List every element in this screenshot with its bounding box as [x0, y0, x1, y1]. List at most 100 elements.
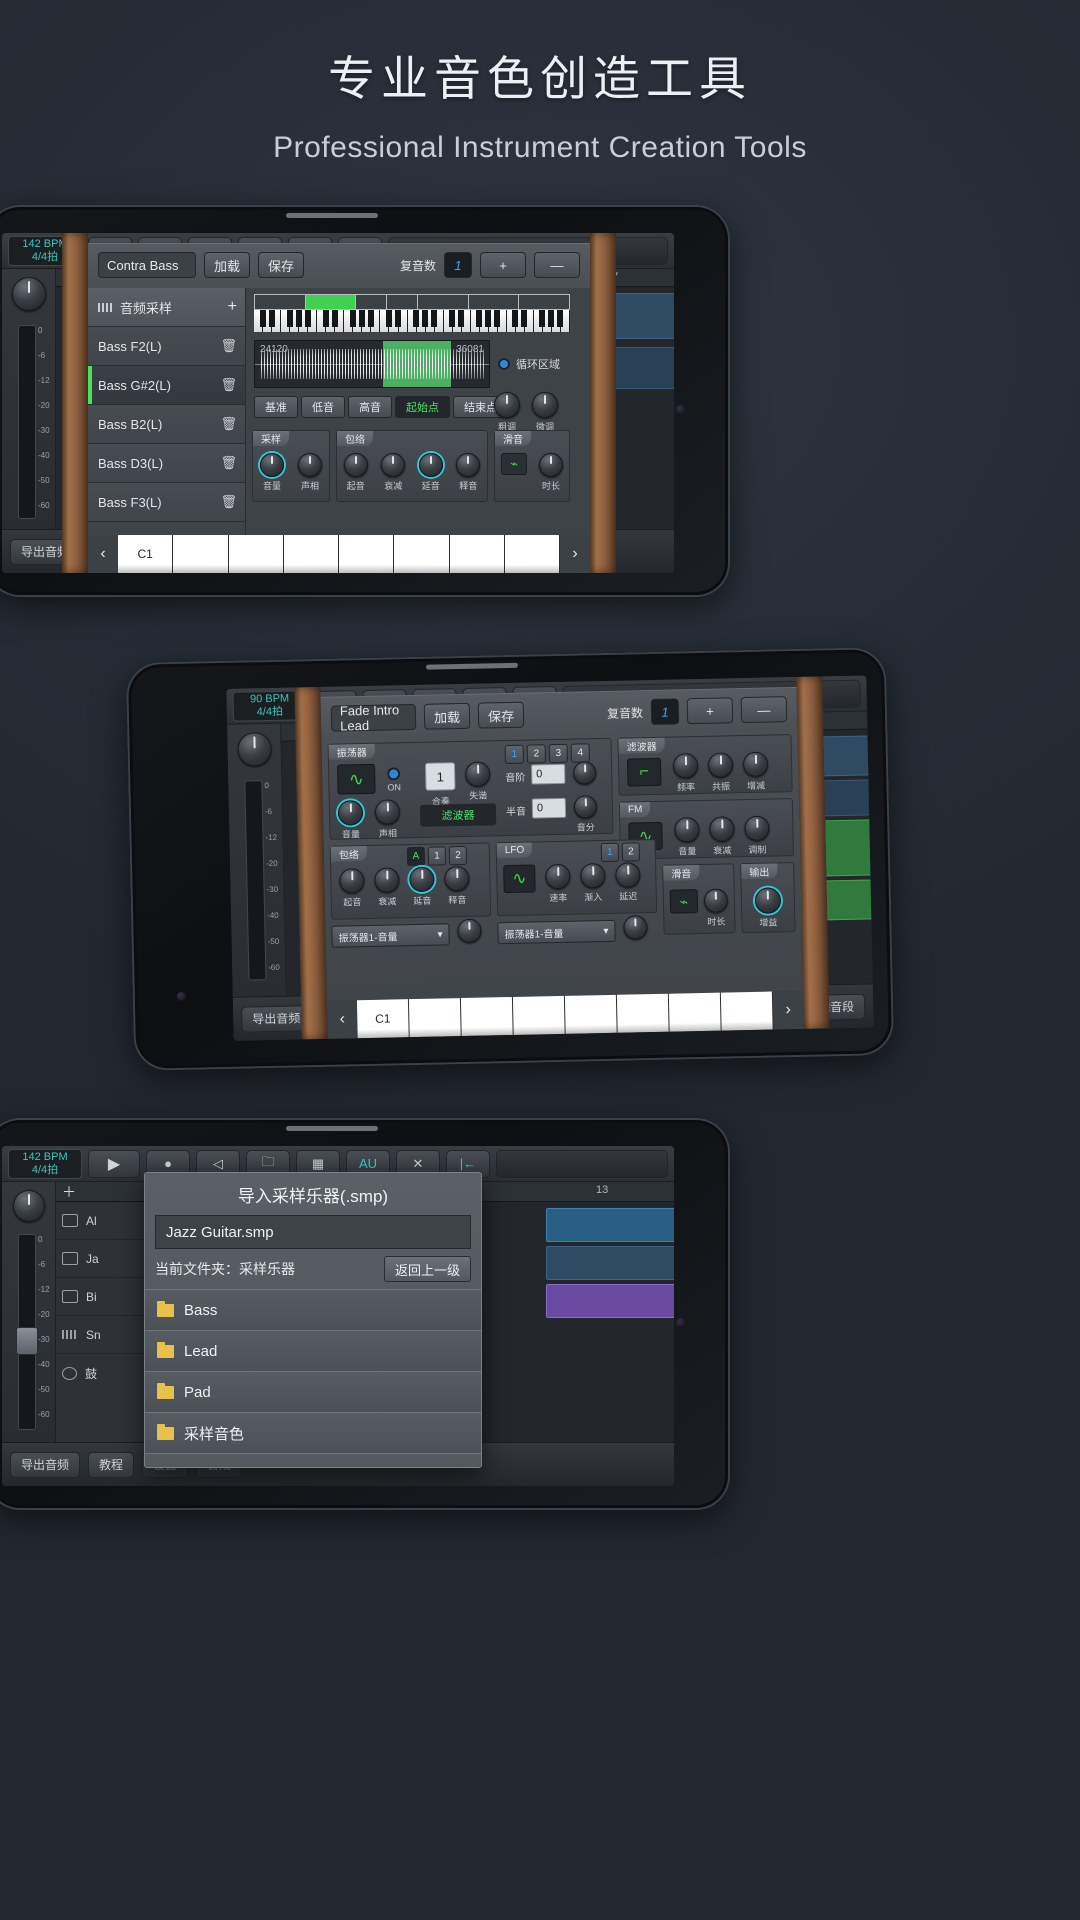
list-item[interactable]: Bass	[145, 1289, 481, 1330]
p2-keyboard-prev[interactable]: ‹	[327, 1000, 358, 1039]
p3-tool-rest[interactable]	[496, 1150, 668, 1178]
p1-key-6[interactable]	[394, 535, 448, 573]
list-item[interactable]: 12 String Guitar.smp	[145, 1453, 481, 1468]
p3-master-fader[interactable]	[18, 1234, 36, 1430]
p2-lfo-rate-knob[interactable]	[545, 864, 571, 890]
p1-key-4[interactable]	[284, 535, 338, 573]
p2-env-tab-a[interactable]: A	[407, 847, 425, 866]
trash-icon[interactable]: 🗑	[220, 416, 237, 432]
p3-dialog-file-list[interactable]: Bass Lead Pad 采样音色	[145, 1289, 481, 1468]
p1-knob-sustain[interactable]	[419, 453, 443, 477]
p2-preset-name-field[interactable]: Fade Intro Lead	[331, 704, 417, 732]
p1-point-btn-3[interactable]: 起始点	[395, 396, 450, 418]
p2-key-8[interactable]	[721, 992, 773, 1031]
p2-output-gain-knob[interactable]	[755, 887, 782, 914]
p1-master-knob[interactable]	[12, 277, 46, 311]
p2-poly-value[interactable]: 1	[651, 698, 680, 725]
p2-lfo-wave-display[interactable]: ∿	[503, 864, 536, 893]
p2-fm-decay-knob[interactable]	[709, 816, 735, 842]
p3-dialog-filename-input[interactable]: Jazz Guitar.smp	[155, 1215, 471, 1249]
list-item[interactable]: Bass G#2(L) 🗑	[88, 366, 245, 405]
p1-key-2[interactable]	[173, 535, 227, 573]
p3-fader-handle[interactable]	[16, 1327, 38, 1355]
p1-knob-vol[interactable]	[260, 453, 284, 477]
p2-octave-value[interactable]: 0	[531, 764, 565, 785]
p2-env-tab-1[interactable]: 1	[428, 846, 446, 865]
p2-master-knob[interactable]	[237, 732, 272, 767]
p3-tutorial-button[interactable]: 教程	[88, 1452, 134, 1478]
p2-key-2[interactable]	[409, 998, 461, 1037]
p2-lfo-tab-1[interactable]: 1	[601, 843, 619, 862]
p2-osc-on-toggle[interactable]: ON	[387, 763, 401, 792]
p1-knob-attack[interactable]	[344, 453, 368, 477]
p2-voice-tab-3[interactable]: 4	[571, 743, 590, 762]
p1-fine-knob[interactable]	[532, 392, 558, 418]
p2-lfo-fadein-knob[interactable]	[580, 863, 606, 889]
p1-waveform[interactable]: 24120 36081	[254, 340, 490, 388]
p3-clip-3[interactable]	[546, 1284, 674, 1318]
p1-knob-decay[interactable]	[381, 453, 405, 477]
list-item[interactable]: 采样音色	[145, 1412, 481, 1453]
p2-routing-select-1[interactable]: 振荡器1-音量 ▾	[331, 923, 449, 947]
p2-fm-mod-knob[interactable]	[744, 816, 770, 842]
p1-sample-list-header[interactable]: 音频采样 +	[88, 288, 245, 327]
p2-env-sustain-knob[interactable]	[409, 867, 435, 893]
p2-load-button[interactable]: 加载	[424, 703, 471, 730]
p2-env-attack-knob[interactable]	[339, 868, 365, 894]
list-item[interactable]: Pad	[145, 1371, 481, 1412]
p2-filter-gain-knob[interactable]	[743, 752, 769, 778]
p2-key-5[interactable]	[565, 995, 617, 1034]
p2-routing-select-2[interactable]: 振荡器1-音量 ▾	[497, 920, 615, 944]
p2-key-4[interactable]	[513, 996, 565, 1035]
p1-point-btn-1[interactable]: 低音	[301, 396, 345, 418]
p2-env-release-knob[interactable]	[444, 866, 470, 892]
p3-master-knob[interactable]	[13, 1190, 45, 1222]
p2-env-tab-2[interactable]: 2	[449, 846, 467, 865]
p2-key-c1[interactable]: C1	[357, 999, 409, 1038]
p2-key-7[interactable]	[669, 993, 721, 1032]
p1-key-c1[interactable]: C1	[118, 535, 172, 573]
p1-key-5[interactable]	[339, 535, 393, 573]
p1-key-3[interactable]	[229, 535, 283, 573]
p2-poly-minus[interactable]: —	[741, 696, 788, 723]
p2-lfo-tab-2[interactable]: 2	[622, 842, 640, 861]
p3-export-button[interactable]: 导出音频	[10, 1452, 80, 1478]
p2-lfo-delay-knob[interactable]	[615, 862, 641, 888]
p2-unison-value[interactable]: 1	[425, 762, 456, 791]
p2-filter-shape-display[interactable]: ⌐	[627, 758, 662, 787]
p1-add-sample-button[interactable]: +	[228, 298, 237, 316]
p2-glide-toggle[interactable]: ⌁	[670, 889, 698, 914]
p2-env-decay-knob[interactable]	[374, 867, 400, 893]
list-item[interactable]: Lead	[145, 1330, 481, 1371]
p1-save-button[interactable]: 保存	[258, 252, 304, 278]
p1-loop-toggle[interactable]: 循环区域	[498, 356, 560, 372]
trash-icon[interactable]: 🗑	[220, 455, 237, 471]
list-item[interactable]: Bass D3(L) 🗑	[88, 444, 245, 483]
p3-add-track-button[interactable]: ＋	[62, 1182, 76, 1202]
p1-glide-toggle[interactable]: ⌁	[501, 453, 527, 475]
trash-icon[interactable]: 🗑	[220, 377, 237, 393]
p2-poly-plus[interactable]: +	[687, 697, 734, 724]
p2-master-fader[interactable]	[244, 780, 266, 980]
p1-keyboard-next[interactable]: ›	[560, 535, 590, 573]
p2-octave-knob[interactable]	[573, 761, 596, 784]
trash-icon[interactable]: 🗑	[220, 494, 237, 510]
p2-fm-vol-knob[interactable]	[674, 817, 700, 843]
p2-osc-waveform-display[interactable]: ∿	[337, 764, 376, 795]
p1-poly-value[interactable]: 1	[444, 252, 472, 278]
p3-clip-1[interactable]	[546, 1208, 674, 1242]
p2-key-6[interactable]	[617, 994, 669, 1033]
p1-knob-glide-time[interactable]	[539, 453, 563, 477]
p2-voice-tab-2[interactable]: 3	[549, 744, 568, 763]
p1-point-btn-0[interactable]: 基准	[254, 396, 298, 418]
p2-key-3[interactable]	[461, 997, 513, 1036]
p2-voice-tab-1[interactable]: 2	[527, 744, 546, 763]
p1-mini-keyboard[interactable]	[254, 310, 570, 332]
p2-save-button[interactable]: 保存	[478, 702, 525, 729]
p2-glide-time-knob[interactable]	[704, 888, 728, 912]
list-item[interactable]: Bass F3(L) 🗑	[88, 483, 245, 522]
p1-keyzone-strip[interactable]	[254, 294, 570, 310]
p1-point-btn-2[interactable]: 高音	[348, 396, 392, 418]
p2-osc-filter-button[interactable]: 滤波器	[420, 803, 496, 827]
trash-icon[interactable]: 🗑	[220, 338, 237, 354]
